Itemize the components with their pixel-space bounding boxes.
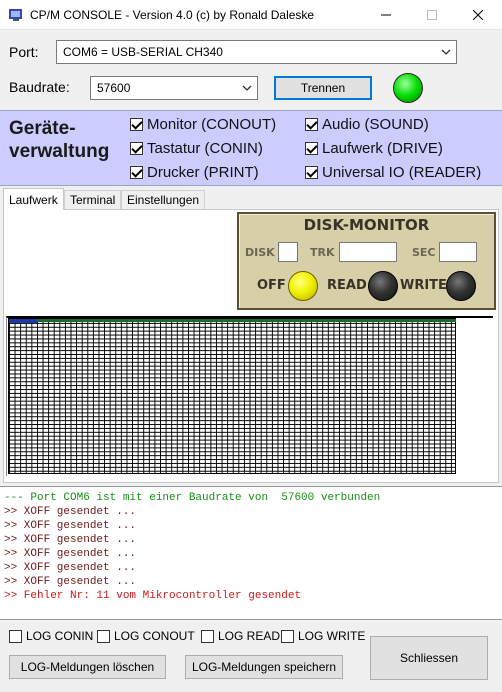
- app-icon: [9, 9, 22, 21]
- chevron-down-icon: [237, 85, 257, 91]
- checkbox-drive[interactable]: Laufwerk (DRIVE): [305, 140, 443, 157]
- log-line: >> XOFF gesendet ...: [4, 506, 137, 518]
- read-label: READ: [327, 278, 367, 293]
- checkbox-log-conin[interactable]: LOG CONIN: [9, 629, 93, 643]
- chevron-down-icon: [436, 49, 456, 55]
- disk-value-field: [278, 242, 298, 262]
- log-line: >> Fehler Nr: 11 vom Mikrocontroller ges…: [4, 590, 302, 602]
- save-log-button[interactable]: LOG-Meldungen speichern: [185, 655, 343, 679]
- port-select[interactable]: COM6 = USB-SERIAL CH340: [56, 40, 457, 64]
- checkbox-log-read[interactable]: LOG READ: [201, 629, 280, 643]
- checkbox-checked-icon: [130, 166, 143, 179]
- checkbox-unchecked-icon: [201, 629, 214, 643]
- log-output[interactable]: --- Port COM6 ist mit einer Baudrate von…: [0, 486, 502, 620]
- grid-track-indicator: [37, 319, 456, 322]
- checkbox-label: LOG READ: [218, 629, 281, 643]
- track-value-field: [339, 242, 397, 262]
- clear-log-button[interactable]: LOG-Meldungen löschen: [9, 655, 166, 679]
- baudrate-select[interactable]: 57600: [90, 76, 258, 100]
- checkbox-audio[interactable]: Audio (SOUND): [305, 116, 429, 133]
- checkbox-label: Audio (SOUND): [322, 116, 429, 133]
- checkbox-unchecked-icon: [9, 629, 22, 643]
- checkbox-checked-icon: [130, 118, 143, 131]
- checkbox-printer[interactable]: Drucker (PRINT): [130, 164, 259, 181]
- close-app-button[interactable]: Schliessen: [370, 636, 488, 680]
- sector-label: SEC: [412, 246, 436, 259]
- checkbox-log-write[interactable]: LOG WRITE: [281, 629, 365, 643]
- checkbox-checked-icon: [305, 142, 318, 155]
- sector-grid: [8, 318, 456, 474]
- window-title: CP/M CONSOLE - Version 4.0 (c) by Ronald…: [30, 8, 315, 22]
- off-led: [288, 271, 318, 301]
- log-line: >> XOFF gesendet ...: [4, 548, 137, 560]
- device-panel-title: Geräte- verwaltung: [9, 118, 110, 162]
- checkbox-monitor[interactable]: Monitor (CONOUT): [130, 116, 276, 133]
- checkbox-log-conout[interactable]: LOG CONOUT: [97, 629, 195, 643]
- minimize-button[interactable]: [363, 0, 409, 30]
- port-label: Port:: [9, 44, 39, 60]
- port-value: COM6 = USB-SERIAL CH340: [63, 45, 223, 59]
- checkbox-unchecked-icon: [97, 629, 110, 643]
- checkbox-reader[interactable]: Universal IO (READER): [305, 164, 481, 181]
- checkbox-checked-icon: [305, 118, 318, 131]
- checkbox-label: LOG CONIN: [26, 629, 94, 643]
- checkbox-label: Monitor (CONOUT): [147, 116, 277, 133]
- log-line: >> XOFF gesendet ...: [4, 534, 137, 546]
- checkbox-label: Drucker (PRINT): [147, 164, 259, 181]
- grid-position-indicator: [9, 319, 37, 323]
- checkbox-label: LOG CONOUT: [114, 629, 195, 643]
- checkbox-label: Laufwerk (DRIVE): [322, 140, 443, 157]
- maximize-button[interactable]: [409, 0, 455, 30]
- log-line: >> XOFF gesendet ...: [4, 576, 137, 588]
- log-line: >> XOFF gesendet ...: [4, 520, 137, 532]
- maximize-icon: [427, 10, 437, 20]
- checkbox-label: LOG WRITE: [298, 629, 366, 643]
- sector-value-field: [439, 242, 477, 262]
- write-led: [446, 271, 476, 301]
- close-button[interactable]: [455, 0, 501, 30]
- checkbox-checked-icon: [305, 166, 318, 179]
- checkbox-label: Universal IO (READER): [322, 164, 482, 181]
- baudrate-label: Baudrate:: [9, 79, 70, 95]
- checkbox-label: Tastatur (CONIN): [147, 140, 263, 157]
- disk-monitor-title: DISK-MONITOR: [303, 216, 430, 234]
- disconnect-button[interactable]: Trennen: [274, 76, 372, 100]
- close-icon: [473, 10, 483, 20]
- disk-monitor: DISK-MONITOR DISK TRK SEC OFF READ WRITE: [237, 212, 496, 310]
- tab-terminal[interactable]: Terminal: [64, 190, 122, 209]
- write-label: WRITE: [400, 278, 447, 293]
- baudrate-value: 57600: [97, 81, 131, 95]
- checkbox-unchecked-icon: [281, 629, 294, 643]
- read-led: [368, 271, 398, 301]
- log-line: >> XOFF gesendet ...: [4, 562, 137, 574]
- tab-einstellungen[interactable]: Einstellungen: [121, 190, 206, 209]
- tab-laufwerk[interactable]: Laufwerk: [3, 188, 64, 210]
- connection-status-led: [393, 73, 423, 103]
- track-label: TRK: [310, 246, 335, 259]
- checkbox-keyboard[interactable]: Tastatur (CONIN): [130, 140, 263, 157]
- minimize-icon: [381, 14, 391, 16]
- checkbox-checked-icon: [130, 142, 143, 155]
- log-line: --- Port COM6 ist mit einer Baudrate von…: [4, 492, 381, 504]
- disk-label: DISK: [245, 246, 275, 259]
- off-label: OFF: [257, 278, 286, 293]
